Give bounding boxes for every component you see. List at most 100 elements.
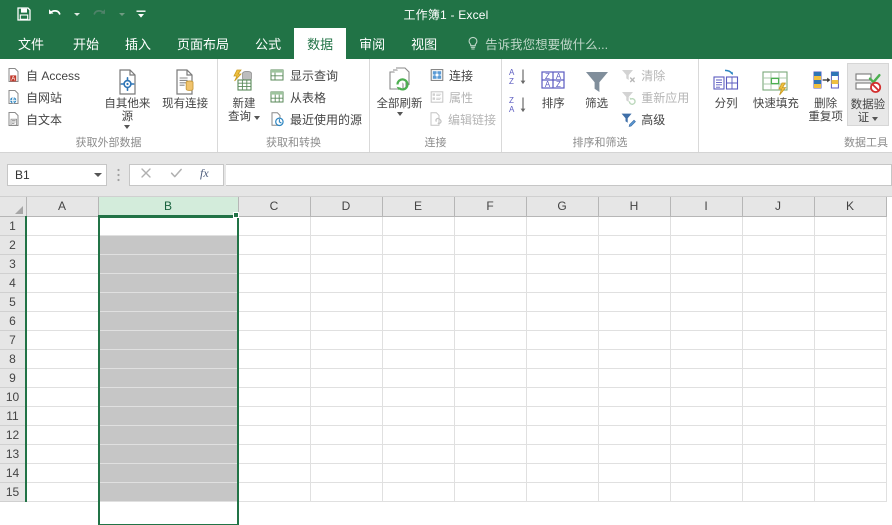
cell-g8[interactable]: [526, 349, 598, 368]
cell-h6[interactable]: [598, 311, 670, 330]
text-to-columns-button[interactable]: 分列: [705, 63, 747, 111]
cell-i7[interactable]: [670, 330, 742, 349]
cell-d11[interactable]: [310, 406, 382, 425]
cell-c1[interactable]: [238, 216, 310, 235]
cell-i13[interactable]: [670, 444, 742, 463]
row-header-5[interactable]: 5: [0, 292, 26, 311]
cell-h14[interactable]: [598, 463, 670, 482]
worksheet-grid[interactable]: A B C D E F G H I J K 1 2: [0, 197, 892, 525]
advanced-filter-button[interactable]: 高级: [618, 108, 695, 130]
tab-view[interactable]: 视图: [398, 28, 450, 59]
cell-a4[interactable]: [26, 273, 98, 292]
cell-j7[interactable]: [742, 330, 814, 349]
cell-e1[interactable]: [382, 216, 454, 235]
cell-h4[interactable]: [598, 273, 670, 292]
column-header-c[interactable]: C: [238, 197, 310, 216]
cell-k1[interactable]: [814, 216, 886, 235]
cell-g14[interactable]: [526, 463, 598, 482]
tell-me-box[interactable]: 告诉我您想要做什么...: [466, 28, 608, 59]
cell-f9[interactable]: [454, 368, 526, 387]
cell-e2[interactable]: [382, 235, 454, 254]
new-query-button[interactable]: 新建 查询: [221, 63, 267, 124]
cell-a13[interactable]: [26, 444, 98, 463]
cell-h7[interactable]: [598, 330, 670, 349]
cell-e6[interactable]: [382, 311, 454, 330]
row-header-12[interactable]: 12: [0, 425, 26, 444]
cell-c6[interactable]: [238, 311, 310, 330]
sort-ascending-button[interactable]: A Z: [505, 65, 532, 93]
customize-qat-icon[interactable]: [130, 2, 152, 26]
existing-connections-button[interactable]: 现有连接: [156, 63, 214, 111]
tab-page-layout[interactable]: 页面布局: [164, 28, 242, 59]
cell-f15[interactable]: [454, 482, 526, 501]
cell-c13[interactable]: [238, 444, 310, 463]
cell-i9[interactable]: [670, 368, 742, 387]
cell-j14[interactable]: [742, 463, 814, 482]
cell-c12[interactable]: [238, 425, 310, 444]
cell-c5[interactable]: [238, 292, 310, 311]
cell-k2[interactable]: [814, 235, 886, 254]
cell-d1[interactable]: [310, 216, 382, 235]
cell-d7[interactable]: [310, 330, 382, 349]
cell-j15[interactable]: [742, 482, 814, 501]
cell-a12[interactable]: [26, 425, 98, 444]
cell-j11[interactable]: [742, 406, 814, 425]
cell-e10[interactable]: [382, 387, 454, 406]
cell-j12[interactable]: [742, 425, 814, 444]
tab-file[interactable]: 文件: [0, 28, 60, 59]
cell-k14[interactable]: [814, 463, 886, 482]
data-validation-caret-icon[interactable]: [872, 117, 878, 121]
cell-k6[interactable]: [814, 311, 886, 330]
sort-descending-button[interactable]: Z A: [505, 93, 532, 121]
cell-e12[interactable]: [382, 425, 454, 444]
cell-a15[interactable]: [26, 482, 98, 501]
cell-e3[interactable]: [382, 254, 454, 273]
column-header-a[interactable]: A: [26, 197, 98, 216]
cell-a5[interactable]: [26, 292, 98, 311]
name-box[interactable]: B1: [7, 164, 107, 186]
recent-sources-button[interactable]: 最近使用的源: [267, 108, 366, 130]
cell-g10[interactable]: [526, 387, 598, 406]
cell-f3[interactable]: [454, 254, 526, 273]
save-icon[interactable]: [10, 2, 38, 26]
cell-g6[interactable]: [526, 311, 598, 330]
row-header-6[interactable]: 6: [0, 311, 26, 330]
cell-b9[interactable]: [98, 368, 238, 387]
cell-d12[interactable]: [310, 425, 382, 444]
fill-handle[interactable]: [233, 212, 239, 218]
tab-home[interactable]: 开始: [60, 28, 112, 59]
cell-f5[interactable]: [454, 292, 526, 311]
cell-b11[interactable]: [98, 406, 238, 425]
cell-d13[interactable]: [310, 444, 382, 463]
cell-d4[interactable]: [310, 273, 382, 292]
cell-b15[interactable]: [98, 482, 238, 501]
data-validation-button[interactable]: 数据验 证: [847, 63, 889, 126]
select-all-button[interactable]: [0, 197, 26, 216]
cell-f13[interactable]: [454, 444, 526, 463]
cell-a1[interactable]: [26, 216, 98, 235]
cell-c11[interactable]: [238, 406, 310, 425]
cell-g4[interactable]: [526, 273, 598, 292]
cell-f4[interactable]: [454, 273, 526, 292]
cell-d15[interactable]: [310, 482, 382, 501]
tab-data[interactable]: 数据: [294, 28, 346, 59]
cell-j6[interactable]: [742, 311, 814, 330]
remove-duplicates-button[interactable]: 删除 重复项: [805, 63, 847, 124]
cell-j8[interactable]: [742, 349, 814, 368]
cell-e8[interactable]: [382, 349, 454, 368]
cell-b5[interactable]: [98, 292, 238, 311]
cell-h12[interactable]: [598, 425, 670, 444]
cell-j2[interactable]: [742, 235, 814, 254]
from-other-sources-caret-icon[interactable]: [124, 125, 130, 129]
cell-f8[interactable]: [454, 349, 526, 368]
cell-e7[interactable]: [382, 330, 454, 349]
cell-g13[interactable]: [526, 444, 598, 463]
undo-icon[interactable]: [40, 2, 68, 26]
cell-f12[interactable]: [454, 425, 526, 444]
cell-b10[interactable]: [98, 387, 238, 406]
cell-k8[interactable]: [814, 349, 886, 368]
cell-a2[interactable]: [26, 235, 98, 254]
show-queries-button[interactable]: 显示查询: [267, 64, 366, 86]
cell-h15[interactable]: [598, 482, 670, 501]
cell-d10[interactable]: [310, 387, 382, 406]
